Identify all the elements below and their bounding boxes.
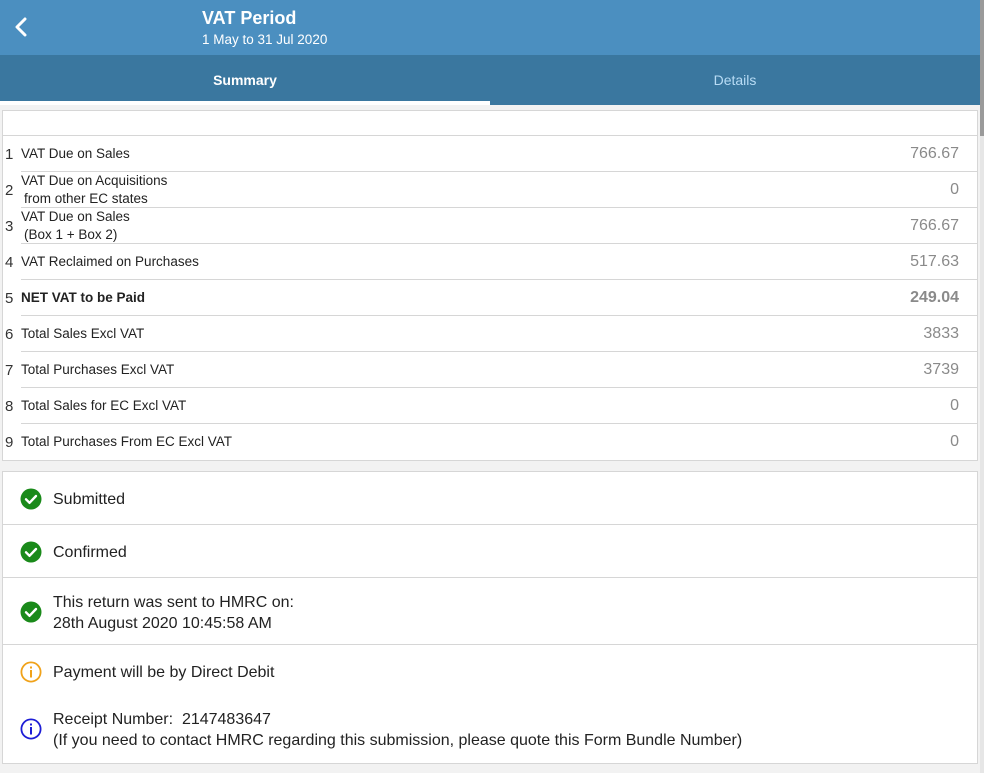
vat-box-label: VAT Due on Acquisitions from other EC sta… xyxy=(21,172,167,208)
status-submitted: Submitted xyxy=(3,472,977,525)
vat-box-value: 3739 xyxy=(923,361,959,378)
vat-box-label: VAT Due on Sales xyxy=(21,136,130,172)
vat-box-row: 2 VAT Due on Acquisitions from other EC st… xyxy=(3,172,977,208)
check-circle-icon xyxy=(20,541,42,563)
receipt-number: Receipt Number: 2147483647 xyxy=(53,711,271,728)
vat-box-value: 249.04 xyxy=(910,289,959,306)
vat-box-number: 6 xyxy=(5,325,14,343)
tab-details[interactable]: Details xyxy=(490,55,980,105)
vat-box-row: 1 VAT Due on Sales 766.67 xyxy=(3,136,977,172)
chevron-left-icon xyxy=(15,17,27,37)
vat-box-value: 3833 xyxy=(923,325,959,342)
vat-box-value: 0 xyxy=(950,433,959,450)
vat-box-label: Total Sales Excl VAT xyxy=(21,316,144,352)
vat-box-label-line1: VAT Due on Sales xyxy=(21,209,130,224)
vat-box-label: Total Purchases From EC Excl VAT xyxy=(21,424,232,460)
vat-box-row: 9 Total Purchases From EC Excl VAT 0 xyxy=(3,424,977,460)
vat-box-number: 4 xyxy=(5,253,14,271)
info-circle-icon xyxy=(20,661,42,683)
vat-box-row: 6 Total Sales Excl VAT 3833 xyxy=(3,316,977,352)
vat-box-number: 3 xyxy=(5,217,14,235)
vat-box-value: 766.67 xyxy=(910,217,959,234)
vat-box-value: 0 xyxy=(950,181,959,198)
vat-box-number: 1 xyxy=(5,145,14,163)
page-title: VAT Period xyxy=(202,8,297,28)
vat-box-label-line1: Total Sales Excl VAT xyxy=(21,326,145,341)
sent-timestamp: 28th August 2020 10:45:58 AM xyxy=(53,615,272,632)
vat-box-row: 3 VAT Due on Sales (Box 1 + Box 2) 766.67 xyxy=(3,208,977,244)
vat-box-value: 766.67 xyxy=(910,145,959,162)
vat-box-number: 7 xyxy=(5,361,14,379)
vat-box-label: VAT Reclaimed on Purchases xyxy=(21,244,199,280)
back-button[interactable] xyxy=(10,14,32,40)
vat-box-row: 4 VAT Reclaimed on Purchases 517.63 xyxy=(3,244,977,280)
sent-label: This return was sent to HMRC on: xyxy=(53,594,294,611)
vat-box-label-line1: VAT Reclaimed on Purchases xyxy=(21,254,199,269)
tab-bar: Summary Details xyxy=(0,55,980,105)
info-circle-icon xyxy=(20,718,42,740)
vat-box-label-line1: Total Purchases From EC Excl VAT xyxy=(21,434,233,449)
receipt-note: (If you need to contact HMRC regarding t… xyxy=(53,732,743,749)
payment-method-text: Payment will be by Direct Debit xyxy=(53,664,275,681)
vat-box-label-line2: (Box 1 + Box 2) xyxy=(24,227,118,242)
vat-box-label: VAT Due on Sales (Box 1 + Box 2) xyxy=(21,208,130,244)
app-header: VAT Period 1 May to 31 Jul 2020 xyxy=(0,0,980,55)
status-confirmed: Confirmed xyxy=(3,525,977,578)
vat-box-label-line1: Total Sales for EC Excl VAT xyxy=(21,398,187,413)
vat-box-row: 5 NET VAT to be Paid 249.04 xyxy=(3,280,977,316)
check-circle-icon xyxy=(20,488,42,510)
vat-box-label: Total Purchases Excl VAT xyxy=(21,352,174,388)
vat-box-label-line1: VAT Due on Sales xyxy=(21,146,130,161)
status-confirmed-text: Confirmed xyxy=(53,544,127,561)
vat-box-label: NET VAT to be Paid xyxy=(21,280,145,316)
vat-rows: 1 VAT Due on Sales 766.67 2 VAT Due on Acqui… xyxy=(3,136,977,460)
vat-box-label-line1: VAT Due on Acquisitions xyxy=(21,173,168,188)
vat-box-label-line1: NET VAT to be Paid xyxy=(21,290,146,305)
period-subtitle: 1 May to 31 Jul 2020 xyxy=(202,32,328,47)
vat-box-row: 7 Total Purchases Excl VAT 3739 xyxy=(3,352,977,388)
vat-table-header xyxy=(3,111,977,136)
vat-box-number: 9 xyxy=(5,433,14,451)
vat-box-label-line2: from other EC states xyxy=(24,191,148,206)
tab-summary[interactable]: Summary xyxy=(0,55,490,105)
status-sent: This return was sent to HMRC on: 28th Au… xyxy=(3,578,977,645)
submission-status-card: Submitted Confirmed This return was sent… xyxy=(2,471,978,764)
receipt-text: Receipt Number: 2147483647 (If you need … xyxy=(53,709,742,751)
payment-and-receipt: Payment will be by Direct Debit Receipt … xyxy=(3,645,977,763)
vat-box-value: 0 xyxy=(950,397,959,414)
vat-box-number: 8 xyxy=(5,397,14,415)
check-circle-icon xyxy=(20,601,42,623)
scrollbar-thumb[interactable] xyxy=(980,0,984,136)
vat-box-label-line1: Total Purchases Excl VAT xyxy=(21,362,175,377)
vat-box-label: Total Sales for EC Excl VAT xyxy=(21,388,186,424)
vat-box-number: 5 xyxy=(5,289,14,307)
vat-boxes-card: 1 VAT Due on Sales 766.67 2 VAT Due on Acqui… xyxy=(2,110,978,461)
vat-box-value: 517.63 xyxy=(910,253,959,270)
status-sent-text: This return was sent to HMRC on: 28th Au… xyxy=(53,592,294,634)
status-submitted-text: Submitted xyxy=(53,491,126,508)
vat-box-row: 8 Total Sales for EC Excl VAT 0 xyxy=(3,388,977,424)
vat-box-number: 2 xyxy=(5,181,14,199)
